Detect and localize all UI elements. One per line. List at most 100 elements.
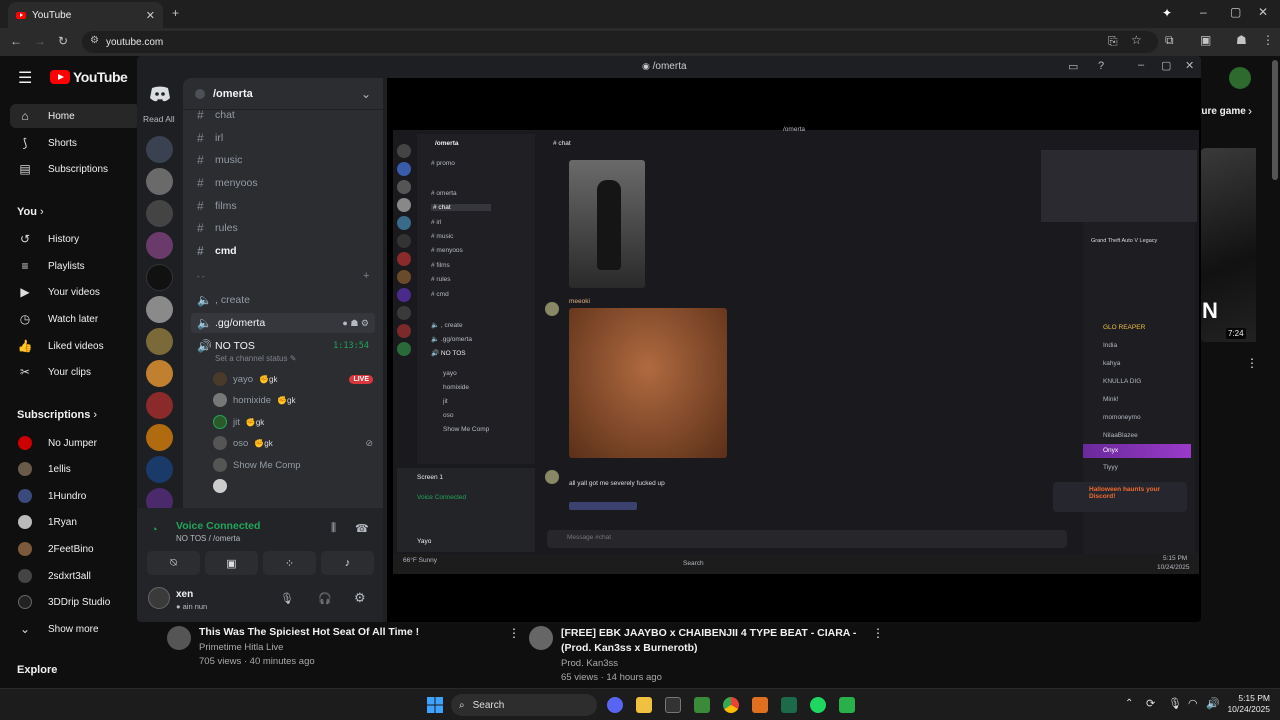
- nav-your-clips[interactable]: ✂ Your clips: [10, 360, 140, 384]
- voice-location[interactable]: NO TOS / /omerta: [176, 534, 240, 543]
- excel-icon[interactable]: [781, 697, 797, 713]
- app-icon[interactable]: [665, 697, 681, 713]
- site-info-icon[interactable]: ⚙: [90, 35, 99, 46]
- browser-tab[interactable]: YouTube ✕: [8, 2, 163, 28]
- discord-taskbar-icon[interactable]: [607, 697, 623, 713]
- sparkle-icon[interactable]: ✦: [1162, 6, 1172, 20]
- headphones-icon[interactable]: 🎧: [318, 592, 332, 605]
- nav-home[interactable]: ⌂ Home: [10, 104, 140, 128]
- channel-status[interactable]: Set a channel status ✎: [215, 354, 296, 363]
- nav-liked-videos[interactable]: 👍 Liked videos: [10, 334, 140, 358]
- channel-rules[interactable]: # rules: [191, 218, 375, 238]
- video-channel[interactable]: Prod. Kan3ss: [561, 658, 861, 669]
- nav-subscriptions[interactable]: ▤ Subscriptions: [10, 157, 140, 181]
- hamburger-menu-icon[interactable]: ☰: [18, 68, 32, 88]
- username[interactable]: xen: [176, 589, 193, 600]
- voice-user[interactable]: homixide ✊gk: [213, 391, 295, 409]
- voice-user[interactable]: jit ✊gk: [213, 413, 264, 431]
- stream-view[interactable]: /omerta /omerta # promo # omerta # chat …: [387, 78, 1201, 622]
- voice-channel-omerta[interactable]: 🔈 .gg/omerta ● ☗ ⚙: [191, 313, 375, 333]
- video-channel[interactable]: Primetime Hitla Live: [199, 642, 499, 653]
- windows-start-icon[interactable]: [427, 697, 443, 713]
- chrome-menu-icon[interactable]: ⋮: [1262, 33, 1274, 47]
- subscription-item[interactable]: 1Ryan: [10, 510, 140, 534]
- server-icon[interactable]: [146, 136, 173, 163]
- channel-avatar[interactable]: [529, 626, 553, 650]
- nav-shorts[interactable]: ⟆ Shorts: [10, 131, 140, 155]
- close-icon[interactable]: ✕: [1185, 59, 1194, 72]
- subscription-item[interactable]: 2FeetBino: [10, 537, 140, 561]
- server-icon[interactable]: [146, 360, 173, 387]
- close-tab-icon[interactable]: ✕: [146, 9, 155, 22]
- wifi-icon[interactable]: ◠: [1188, 697, 1198, 710]
- app-icon[interactable]: [752, 697, 768, 713]
- channel-menyoos[interactable]: # menyoos: [191, 173, 375, 193]
- back-icon[interactable]: ←: [10, 34, 22, 48]
- add-channel-icon[interactable]: +: [363, 270, 369, 282]
- video-card[interactable]: This Was The Spiciest Hot Seat Of All Ti…: [199, 626, 499, 667]
- activities-icon[interactable]: ⁘: [263, 551, 316, 575]
- voice-user[interactable]: oso ✊gk ⊘: [213, 434, 373, 452]
- server-icon[interactable]: [146, 200, 173, 227]
- voice-channel-create[interactable]: 🔈, create: [191, 290, 375, 310]
- video-title[interactable]: [FREE] EBK JAAYBO x CHAIBENJII 4 TYPE BE…: [561, 626, 861, 656]
- nvidia-icon[interactable]: [694, 697, 710, 713]
- voice-user[interactable]: yayo ✊gk LIVE: [213, 370, 373, 388]
- nav-watch-later[interactable]: ◷ Watch later: [10, 307, 140, 331]
- voice-connected-label[interactable]: Voice Connected: [176, 520, 260, 532]
- mic-icon[interactable]: 🎙: [280, 592, 294, 605]
- server-icon[interactable]: [146, 392, 173, 419]
- server-icon[interactable]: [146, 264, 173, 291]
- profile-icon[interactable]: ☗: [1236, 33, 1247, 47]
- subscription-item[interactable]: 1Hundro: [10, 484, 140, 508]
- tray-chevron-icon[interactable]: ⌃: [1125, 698, 1133, 709]
- page-scrollbar[interactable]: [1272, 60, 1278, 180]
- channel-music[interactable]: # music: [191, 150, 375, 170]
- network-icon[interactable]: ⟳: [1146, 697, 1155, 710]
- category-label[interactable]: - -: [197, 272, 205, 281]
- maximize-icon[interactable]: ▢: [1230, 5, 1241, 19]
- subscriptions-header[interactable]: Subscriptions ›: [17, 409, 97, 421]
- taskbar-clock[interactable]: 5:15 PM 10/24/2025: [1226, 693, 1270, 715]
- extensions-icon[interactable]: ⧉: [1165, 33, 1174, 48]
- minimize-icon[interactable]: –: [1138, 59, 1144, 71]
- youtube-logo[interactable]: YouTube: [50, 69, 128, 85]
- video-card[interactable]: [FREE] EBK JAAYBO x CHAIBENJII 4 TYPE BE…: [561, 626, 861, 683]
- show-more-button[interactable]: ⌄ Show more: [10, 617, 140, 641]
- taskbar-search[interactable]: ⌕ Search: [451, 694, 597, 716]
- user-settings-gear-icon[interactable]: ⚙: [354, 590, 366, 606]
- disconnect-icon[interactable]: ☎: [355, 522, 369, 535]
- subscription-item[interactable]: 1ellis: [10, 457, 140, 481]
- noise-suppression-icon[interactable]: ⫼: [331, 522, 336, 535]
- subscription-item[interactable]: No Jumper: [10, 431, 140, 455]
- subscription-item[interactable]: 2sdxrt3all: [10, 564, 140, 588]
- chevron-right-icon[interactable]: ›: [1248, 104, 1252, 118]
- chrome-icon[interactable]: [723, 697, 739, 713]
- video-thumbnail[interactable]: N 7:24: [1200, 148, 1256, 342]
- chip-label[interactable]: ture game: [1198, 106, 1246, 117]
- forward-icon[interactable]: →: [34, 34, 46, 48]
- video-title[interactable]: This Was The Spiciest Hot Seat Of All Ti…: [199, 626, 499, 638]
- new-tab-icon[interactable]: +: [172, 6, 179, 20]
- minimize-icon[interactable]: –: [1200, 5, 1207, 19]
- nav-your-videos[interactable]: ▶ Your videos: [10, 280, 140, 304]
- voice-channel-no-tos[interactable]: 🔊 NO TOS 1:13:54: [191, 336, 375, 356]
- avatar[interactable]: [148, 587, 170, 609]
- nav-history[interactable]: ↺ History: [10, 227, 140, 251]
- microphone-icon[interactable]: 🎙: [1168, 697, 1182, 710]
- url-field[interactable]: ⚙ youtube.com: [82, 31, 1158, 53]
- discord-home-icon[interactable]: [149, 86, 171, 102]
- close-window-icon[interactable]: ✕: [1258, 5, 1268, 19]
- channel-films[interactable]: # films: [191, 196, 375, 216]
- server-icon[interactable]: [146, 168, 173, 195]
- you-header[interactable]: You ›: [17, 206, 44, 218]
- channel-cmd[interactable]: # cmd: [191, 241, 375, 261]
- channel-chat[interactable]: # chat: [191, 105, 375, 125]
- file-explorer-icon[interactable]: [636, 697, 652, 713]
- server-icon[interactable]: [146, 232, 173, 259]
- share-screen-icon[interactable]: ▣: [205, 551, 258, 575]
- spotify-icon[interactable]: [810, 697, 826, 713]
- nav-playlists[interactable]: ≡ Playlists: [10, 254, 140, 278]
- app-icon[interactable]: [839, 697, 855, 713]
- inbox-icon[interactable]: ▭: [1068, 60, 1078, 73]
